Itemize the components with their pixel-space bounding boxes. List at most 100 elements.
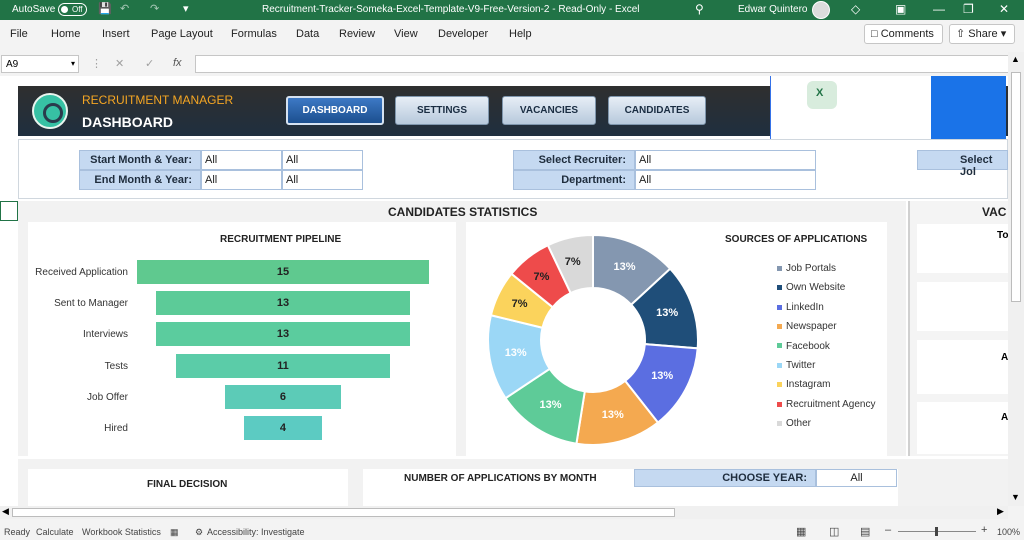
department-field[interactable]: All	[635, 170, 816, 190]
tab-help[interactable]: Help	[509, 28, 532, 40]
autosave-toggle[interactable]: Off	[58, 3, 87, 16]
legend-item: Facebook	[777, 341, 830, 352]
legend-item: Job Portals	[777, 263, 836, 274]
nav-vacancies-button[interactable]: VACANCIES	[502, 96, 596, 125]
logo-icon	[32, 93, 68, 129]
zoom-level[interactable]: 100%	[997, 527, 1020, 537]
scroll-right-icon[interactable]: ▶	[997, 506, 1004, 517]
accessibility-status[interactable]: Accessibility: Investigate	[207, 527, 305, 537]
scroll-down-icon[interactable]: ▼	[1011, 492, 1020, 502]
donut-slice-label: 13%	[539, 399, 562, 412]
pipeline-stage-label: Tests	[104, 360, 128, 372]
page-layout-view-icon[interactable]: ◫	[829, 525, 839, 538]
vacancies-panel-title: VAC	[982, 205, 1007, 219]
final-decision-card: FINAL DECISION	[28, 469, 348, 506]
share-button[interactable]: ⇧ Share ▾	[949, 24, 1015, 44]
function-icon[interactable]: fx	[173, 57, 182, 69]
zoom-slider-thumb[interactable]	[935, 527, 938, 536]
undo-icon[interactable]: ↶	[120, 3, 129, 16]
legend-label: Own Website	[786, 282, 846, 294]
horizontal-scroll-thumb[interactable]	[12, 508, 675, 517]
ribbon-display-icon[interactable]: ▣	[895, 2, 906, 17]
name-box[interactable]: A9 ▾	[1, 55, 79, 73]
legend-swatch	[777, 401, 782, 407]
calculate-button[interactable]: Calculate	[36, 527, 74, 537]
end-month-field[interactable]: All	[201, 170, 282, 190]
tab-insert[interactable]: Insert	[102, 28, 130, 40]
document-title: Recruitment-Tracker-Someka-Excel-Templat…	[262, 4, 640, 15]
comments-button[interactable]: □ Comments	[864, 24, 943, 44]
legend-label: Instagram	[786, 379, 831, 391]
normal-view-icon[interactable]: ▦	[796, 525, 806, 538]
nav-settings-button[interactable]: SETTINGS	[395, 96, 489, 125]
customize-qat-icon[interactable]: ▾	[183, 3, 189, 16]
minimize-icon[interactable]: —	[933, 2, 945, 17]
start-year-field[interactable]: All	[282, 150, 363, 170]
page-break-view-icon[interactable]: ▤	[860, 525, 870, 538]
recruiter-label: Select Recruiter:	[513, 150, 635, 170]
close-icon[interactable]: ✕	[999, 2, 1009, 17]
donut-slice-label: 7%	[533, 271, 550, 284]
choose-year-field[interactable]: All	[816, 469, 897, 487]
status-ready: Ready	[4, 527, 31, 537]
autosave-state: Off	[72, 5, 83, 14]
tab-developer[interactable]: Developer	[438, 28, 488, 40]
accessibility-icon[interactable]: ⚙	[195, 527, 203, 538]
workbook-statistics-button[interactable]: Workbook Statistics	[82, 527, 161, 537]
zoom-in-icon[interactable]: +	[981, 524, 987, 536]
title-bar: AutoSave Off 💾 ↶ ↷ ▾ Recruitment-Tracker…	[0, 0, 1024, 20]
pipeline-bar: 6	[224, 384, 342, 409]
candidates-statistics-title: CANDIDATES STATISTICS	[388, 205, 538, 219]
vertical-scrollbar[interactable]: ▲ ▼	[1008, 52, 1024, 506]
excel-logo-icon	[807, 81, 837, 109]
scroll-left-icon[interactable]: ◀	[2, 506, 9, 517]
nav-candidates-button[interactable]: CANDIDATES	[608, 96, 706, 125]
worksheet[interactable]: RECRUITMENT MANAGER DASHBOARD DASHBOARD …	[0, 76, 1008, 506]
choose-year-label: CHOOSE YEAR:	[634, 469, 816, 487]
tab-data[interactable]: Data	[296, 28, 319, 40]
avatar[interactable]	[812, 1, 830, 19]
start-month-field[interactable]: All	[201, 150, 282, 170]
pipeline-bar: 13	[156, 291, 410, 316]
zoom-out-icon[interactable]: –	[885, 524, 891, 536]
nav-dashboard-button[interactable]: DASHBOARD	[286, 96, 384, 125]
vacancy-card: A	[917, 340, 1008, 394]
name-box-value: A9	[6, 59, 19, 70]
tab-review[interactable]: Review	[339, 28, 375, 40]
save-icon[interactable]: 💾	[98, 3, 112, 16]
legend-swatch	[777, 265, 782, 271]
legend-label: Newspaper	[786, 321, 837, 333]
comment-icon: □	[871, 28, 878, 40]
donut-slice-label: 13%	[504, 346, 527, 359]
embedded-image[interactable]	[770, 76, 1006, 140]
formula-input[interactable]	[195, 55, 1020, 73]
search-icon[interactable]: ⚲	[695, 2, 704, 16]
diamond-icon[interactable]: ◇	[851, 2, 860, 17]
chevron-down-icon[interactable]: ▾	[71, 59, 75, 68]
enter-icon[interactable]: ✓	[145, 57, 154, 70]
legend-item: Other	[777, 418, 811, 429]
restore-icon[interactable]: ❐	[963, 2, 974, 17]
macro-icon[interactable]: ▦	[170, 527, 179, 538]
selected-cell[interactable]	[0, 201, 18, 221]
pipeline-stage-label: Received Application	[35, 267, 128, 278]
scroll-up-icon[interactable]: ▲	[1011, 54, 1020, 64]
donut-slice-label: 13%	[656, 307, 679, 320]
ribbon-tabs: File Home Insert Page Layout Formulas Da…	[0, 20, 1024, 48]
horizontal-scrollbar[interactable]: ◀ ▶	[0, 506, 1008, 519]
pipeline-card: RECRUITMENT PIPELINE Received Applicatio…	[28, 222, 456, 456]
recruiter-field[interactable]: All	[635, 150, 816, 170]
tab-file[interactable]: File	[10, 28, 28, 40]
tab-home[interactable]: Home	[51, 28, 80, 40]
donut-slice-label: 13%	[601, 408, 624, 421]
cancel-icon[interactable]: ✕	[115, 57, 124, 70]
redo-icon[interactable]: ↷	[150, 3, 159, 16]
vertical-scroll-thumb[interactable]	[1011, 72, 1021, 302]
tab-view[interactable]: View	[394, 28, 418, 40]
donut-slice-label: 7%	[564, 256, 581, 269]
legend-swatch	[777, 304, 782, 310]
end-year-field[interactable]: All	[282, 170, 363, 190]
tab-formulas[interactable]: Formulas	[231, 28, 277, 40]
sources-title: SOURCES OF APPLICATIONS	[725, 234, 868, 245]
tab-page-layout[interactable]: Page Layout	[151, 28, 213, 40]
